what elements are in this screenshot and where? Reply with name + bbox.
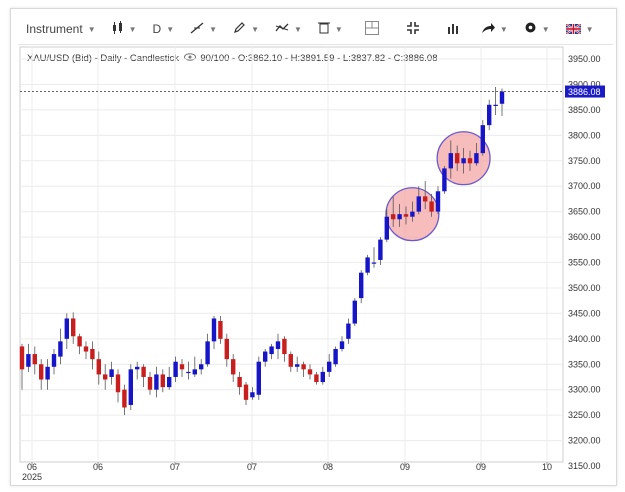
x-year-label: 2025 [22, 472, 42, 482]
candle-body [474, 153, 479, 164]
candle-body [320, 371, 325, 383]
candle-body [224, 338, 229, 360]
candle-body [467, 158, 473, 164]
candle-body [167, 376, 172, 388]
candle-body [58, 341, 63, 357]
candle-body [19, 346, 25, 370]
candle-body [269, 346, 274, 355]
candle-body [154, 374, 159, 390]
candle-body [26, 354, 31, 367]
candle-body [186, 371, 191, 374]
candle-body [487, 104, 492, 126]
candle-body [378, 239, 383, 260]
candle-body [199, 364, 204, 370]
candle-body [237, 376, 242, 388]
candle-body [243, 384, 249, 400]
candle-body [211, 318, 217, 342]
candle-body [403, 214, 409, 217]
candle-body [147, 376, 153, 390]
candle-body [135, 366, 140, 370]
candle-body [333, 348, 338, 365]
grid-lines [19, 46, 564, 463]
candle-body [295, 364, 300, 367]
candle-body [160, 374, 165, 388]
y-tick-label: 3500.00 [568, 283, 601, 293]
y-tick-label: 3150.00 [568, 461, 601, 471]
y-tick-label: 3850.00 [568, 105, 601, 115]
y-tick-label: 3450.00 [568, 308, 601, 318]
candle-body [461, 158, 466, 164]
candle-body [96, 359, 101, 375]
candle-body [39, 364, 44, 380]
candle-body [77, 336, 82, 347]
y-tick-label: 3550.00 [568, 258, 601, 268]
y-tick-label: 3700.00 [568, 181, 601, 191]
candle-body [288, 354, 293, 367]
y-tick-label: 3400.00 [568, 334, 601, 344]
candle-body [109, 369, 114, 377]
candle-body [397, 214, 402, 220]
candle-body [115, 374, 121, 393]
candle-body [192, 369, 197, 375]
candlestick-chart[interactable]: 3950.003900.003850.003800.003750.003700.… [0, 0, 625, 492]
candles [19, 86, 505, 416]
candle-body [301, 364, 306, 370]
candle-body [499, 91, 505, 104]
candle-body [327, 361, 332, 372]
candle-body [416, 196, 421, 212]
candle-body [359, 272, 364, 299]
y-tick-label: 3750.00 [568, 156, 601, 166]
axes: 3950.003900.003850.003800.003750.003700.… [20, 54, 605, 482]
candle-body [384, 216, 389, 240]
plot-area [19, 46, 564, 463]
y-tick-label: 3800.00 [568, 130, 601, 140]
y-tick-label: 3950.00 [568, 54, 601, 64]
y-tick-label: 3300.00 [568, 385, 601, 395]
candle-body [480, 125, 485, 154]
candle-body [346, 323, 351, 339]
y-tick-label: 3200.00 [568, 436, 601, 446]
last-price-label: 3886.08 [568, 87, 601, 97]
candle-body [173, 361, 178, 377]
candle-body [423, 196, 428, 202]
candle-body [90, 348, 95, 360]
candle-body [429, 201, 434, 212]
candle-body [455, 153, 460, 164]
candle-body [352, 300, 357, 324]
y-tick-label: 3250.00 [568, 410, 601, 420]
candle-body [256, 361, 261, 395]
candle-body [128, 369, 133, 405]
candle-body [122, 389, 127, 408]
candle-body [275, 341, 281, 349]
candle-body [448, 153, 453, 169]
candle-body [307, 369, 313, 375]
candle-body [493, 104, 498, 106]
candle-body [339, 341, 345, 349]
candle-body [71, 318, 76, 337]
candle-body [103, 374, 108, 380]
candle-body [32, 354, 37, 365]
candle-body [371, 262, 377, 264]
candle-body [365, 257, 370, 273]
candle-body [83, 346, 89, 352]
candle-body [314, 374, 319, 383]
candle-body [205, 341, 210, 365]
y-tick-label: 3650.00 [568, 207, 601, 217]
candle-body [51, 354, 57, 367]
candle-body [435, 191, 441, 212]
candle-body [45, 366, 50, 380]
candle-body [442, 168, 447, 192]
candle-body [218, 321, 223, 339]
y-tick-label: 3350.00 [568, 359, 601, 369]
candle-body [64, 318, 69, 339]
candle-body [250, 392, 255, 398]
candle-body [179, 364, 185, 370]
candle-body [391, 214, 396, 220]
y-tick-label: 3600.00 [568, 232, 601, 242]
candle-body [263, 351, 268, 362]
candle-body [141, 366, 146, 377]
candle-body [231, 359, 236, 375]
candle-body [410, 211, 415, 217]
candle-body [282, 338, 287, 355]
